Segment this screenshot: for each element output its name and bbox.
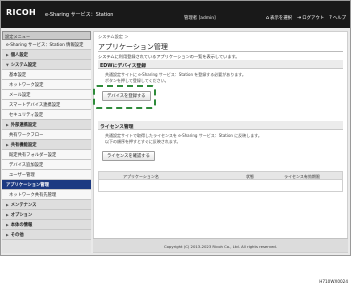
sidebar-item-label: ネットワーク共有先管理 bbox=[9, 192, 57, 198]
help-label: ヘルプ bbox=[332, 16, 346, 21]
header-links: ⌂ 表示を選択 ⇥ ログアウト ? ヘルプ bbox=[266, 15, 346, 21]
sidebar-item-label: 個人設定 bbox=[10, 52, 28, 58]
logout-link[interactable]: ⇥ ログアウト bbox=[297, 15, 324, 21]
section-device-register-title: EDWにデバイス登録 bbox=[98, 60, 343, 69]
sidebar-item-label: メール設定 bbox=[9, 92, 31, 98]
triangle-right-icon: ▶ bbox=[6, 232, 9, 237]
sidebar-item-16[interactable]: ▶ メンテナンス bbox=[2, 200, 91, 210]
sidebar-item-label: 本体の情報 bbox=[10, 222, 33, 228]
sidebar-item-1[interactable]: ▶ 個人設定 bbox=[2, 50, 91, 60]
sidebar-item-15[interactable]: ネットワーク共有先管理 bbox=[2, 190, 91, 200]
license-table-header: アプリケーション名 状態 ライセンス有効期限 bbox=[98, 171, 343, 180]
app-header: RICOH e-Sharing サービス：Station 管理者 [admin]… bbox=[1, 1, 350, 28]
sidebar-item-2[interactable]: ▼ システム設定 bbox=[2, 60, 91, 70]
sidebar-item-label: 共有機能設定 bbox=[10, 142, 37, 148]
sidebar-item-label: e-Sharing サービス：Station 情報設定 bbox=[6, 42, 84, 48]
select-display-label: 表示を選択 bbox=[270, 16, 292, 21]
sidebar-item-14[interactable]: アプリケーション管理 bbox=[2, 180, 91, 190]
sidebar-item-label: スマートデバイス連携設定 bbox=[9, 102, 61, 108]
section-license-title: ライセンス管理 bbox=[98, 121, 343, 130]
sidebar-item-12[interactable]: デバイス追加設定 bbox=[2, 160, 91, 170]
settings-sidebar: 設定メニュー e-Sharing サービス：Station 情報設定 ▶ 個人設定 ▼… bbox=[2, 31, 91, 253]
sidebar-item-label: メンテナンス bbox=[10, 202, 37, 208]
title-divider bbox=[98, 51, 343, 52]
sidebar-item-label: ユーザー管理 bbox=[9, 172, 35, 178]
sidebar-item-10[interactable]: ▶ 共有機能設定 bbox=[2, 140, 91, 150]
image-code: H710WX0024 bbox=[319, 279, 348, 284]
triangle-right-icon: ▶ bbox=[6, 212, 9, 217]
sidebar-item-8[interactable]: ▶ 外部連携設定 bbox=[2, 120, 91, 130]
triangle-right-icon: ▶ bbox=[6, 142, 9, 147]
sidebar-item-3[interactable]: 基本設定 bbox=[2, 70, 91, 80]
logout-icon: ⇥ bbox=[296, 15, 302, 21]
select-display-link[interactable]: ⌂ 表示を選択 bbox=[266, 15, 292, 21]
sidebar-item-9[interactable]: 共有ワークフロー bbox=[2, 130, 91, 140]
sidebar-item-19[interactable]: ▶ その他 bbox=[2, 230, 91, 240]
check-license-button[interactable]: ライセンスを確認する bbox=[102, 151, 155, 161]
license-table-body bbox=[98, 180, 343, 192]
sidebar-item-4[interactable]: ネットワーク設定 bbox=[2, 80, 91, 90]
section-license-desc-1: 共通設定サイトで取得したライセンスを e-Sharing サービス：Statio… bbox=[105, 133, 262, 138]
sidebar-item-label: その他 bbox=[10, 232, 24, 238]
sidebar-item-7[interactable]: セキュリティ設定 bbox=[2, 110, 91, 120]
sidebar-item-label: 既定共有フォルダー設定 bbox=[9, 152, 57, 158]
product-name: e-Sharing サービス：Station bbox=[45, 12, 114, 18]
breadcrumb[interactable]: システム設定 ＞ bbox=[98, 34, 129, 40]
section-device-register-desc-1: 共通設定サイトに e-Sharing サービス：Station を登録する必要が… bbox=[105, 72, 246, 77]
help-icon: ? bbox=[329, 15, 332, 21]
sidebar-item-label: オプション bbox=[10, 212, 33, 218]
sidebar-item-5[interactable]: メール設定 bbox=[2, 90, 91, 100]
sidebar-item-6[interactable]: スマートデバイス連携設定 bbox=[2, 100, 91, 110]
ricoh-logo: RICOH bbox=[6, 8, 37, 17]
triangle-right-icon: ▶ bbox=[6, 222, 9, 227]
triangle-right-icon: ▶ bbox=[6, 52, 9, 57]
triangle-right-icon: ▶ bbox=[6, 122, 9, 127]
help-link[interactable]: ? ヘルプ bbox=[329, 15, 346, 21]
copyright-text: Copyright (C) 2013-2023 Ricoh Co., Ltd. … bbox=[163, 244, 278, 249]
sidebar-item-label: 共有ワークフロー bbox=[9, 132, 44, 138]
sidebar-item-13[interactable]: ユーザー管理 bbox=[2, 170, 91, 180]
triangle-right-icon: ▶ bbox=[6, 202, 9, 207]
sidebar-item-label: アプリケーション管理 bbox=[6, 182, 49, 188]
logout-label: ログアウト bbox=[302, 16, 325, 21]
sidebar-item-label: デバイス追加設定 bbox=[9, 162, 44, 168]
sidebar-item-0[interactable]: e-Sharing サービス：Station 情報設定 bbox=[2, 40, 91, 50]
triangle-down-icon: ▼ bbox=[6, 62, 9, 67]
footer: Copyright (C) 2013-2023 Ricoh Co., Ltd. … bbox=[93, 238, 348, 252]
section-device-register-desc-2: ボタンを押して登録してください。 bbox=[105, 78, 169, 83]
house-icon: ⌂ bbox=[265, 15, 270, 21]
sidebar-item-label: 外部連携設定 bbox=[10, 122, 37, 128]
sidebar-item-label: システム設定 bbox=[10, 62, 37, 68]
sidebar-item-17[interactable]: ▶ オプション bbox=[2, 210, 91, 220]
sidebar-item-label: 基本設定 bbox=[9, 72, 27, 78]
sidebar-top: 設定メニュー bbox=[2, 31, 91, 40]
sidebar-item-18[interactable]: ▶ 本体の情報 bbox=[2, 220, 91, 230]
sidebar-list: e-Sharing サービス：Station 情報設定 ▶ 個人設定 ▼ システム設定基… bbox=[2, 40, 91, 240]
sidebar-item-label: セキュリティ設定 bbox=[9, 112, 44, 118]
sidebar-item-11[interactable]: 既定共有フォルダー設定 bbox=[2, 150, 91, 160]
register-button-highlight bbox=[93, 85, 156, 109]
sidebar-item-label: ネットワーク設定 bbox=[9, 82, 44, 88]
user-name: 管理者 [admin] bbox=[184, 16, 216, 21]
section-license-desc-2: 以下の順序を押すとすぐに反映されます。 bbox=[105, 139, 181, 144]
main-panel: システム設定 ＞ アプリケーション管理 システムに利用登録されているアプリケーシ… bbox=[93, 31, 348, 253]
